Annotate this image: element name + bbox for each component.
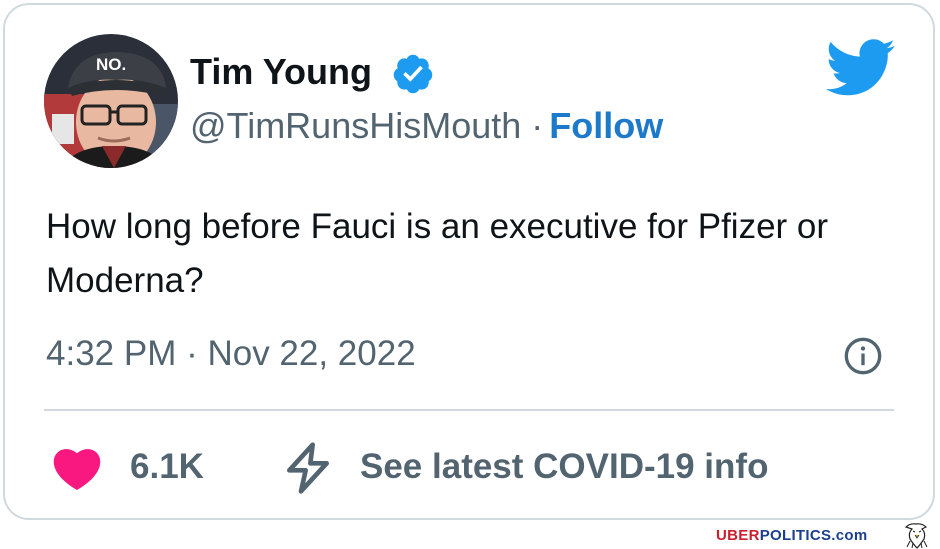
twitter-bird-icon[interactable] [826, 38, 896, 98]
avatar[interactable]: NO. [44, 34, 178, 168]
author-name[interactable]: Tim Young [190, 50, 372, 94]
lightning-bolt-icon[interactable] [280, 440, 336, 496]
follow-button[interactable]: Follow [549, 105, 663, 146]
watermark-politics: POLITICS [759, 527, 832, 544]
like-count[interactable]: 6.1K [130, 446, 204, 488]
verified-badge-icon [393, 54, 433, 94]
divider [44, 409, 894, 411]
avatar-photo: NO. [44, 34, 178, 168]
heart-icon[interactable] [50, 442, 104, 492]
covid-info-link[interactable]: See latest COVID-19 info [360, 446, 768, 488]
info-icon[interactable] [843, 336, 883, 376]
author-handle[interactable]: @TimRunsHisMouth [190, 105, 521, 146]
hat-text: NO. [96, 55, 126, 74]
tweet-text: How long before Fauci is an executive fo… [46, 207, 829, 300]
separator-dot: · [531, 105, 544, 146]
watermark-uber: UBER [716, 527, 760, 544]
watermark-text: UBERPOLITICS.com [716, 527, 868, 545]
handle-row: @TimRunsHisMouth · Follow [190, 104, 663, 148]
eagle-logo-icon [904, 523, 928, 549]
watermark-com: .com [831, 527, 868, 544]
tweet-timestamp[interactable]: 4:32 PM · Nov 22, 2022 [46, 332, 416, 376]
